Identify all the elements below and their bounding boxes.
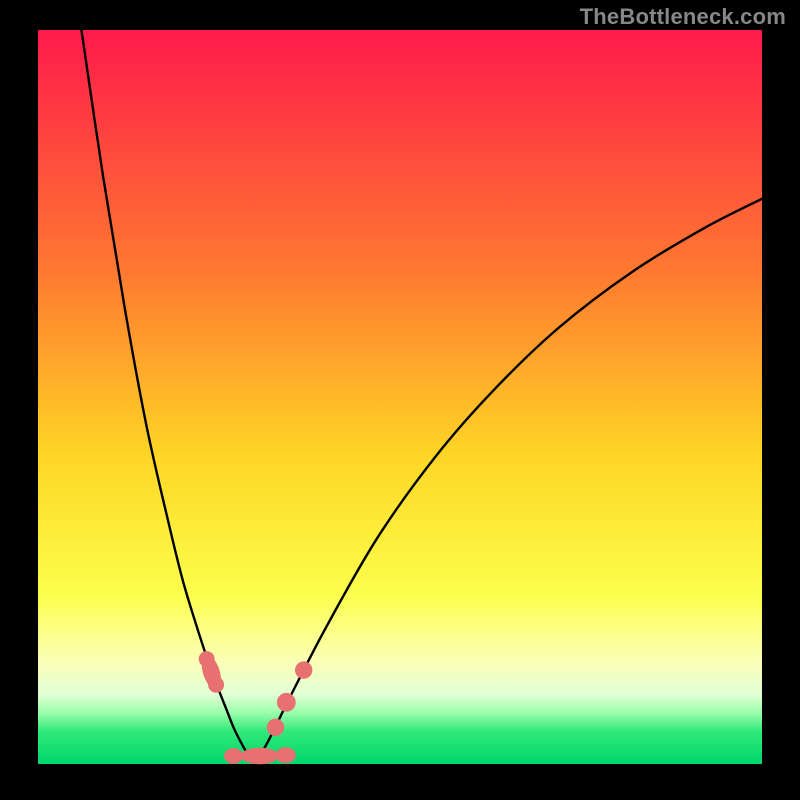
outer-frame: { "watermark": "TheBottleneck.com", "cha… — [0, 0, 800, 800]
marker-3 — [267, 719, 284, 736]
marker-6 — [224, 748, 243, 764]
marker-5 — [295, 661, 312, 678]
marker-4 — [277, 693, 296, 712]
chart-canvas — [0, 0, 800, 800]
gradient-plot-area — [38, 30, 762, 764]
marker-8 — [275, 747, 295, 763]
marker-7 — [241, 748, 279, 765]
watermark-text: TheBottleneck.com — [580, 4, 786, 30]
